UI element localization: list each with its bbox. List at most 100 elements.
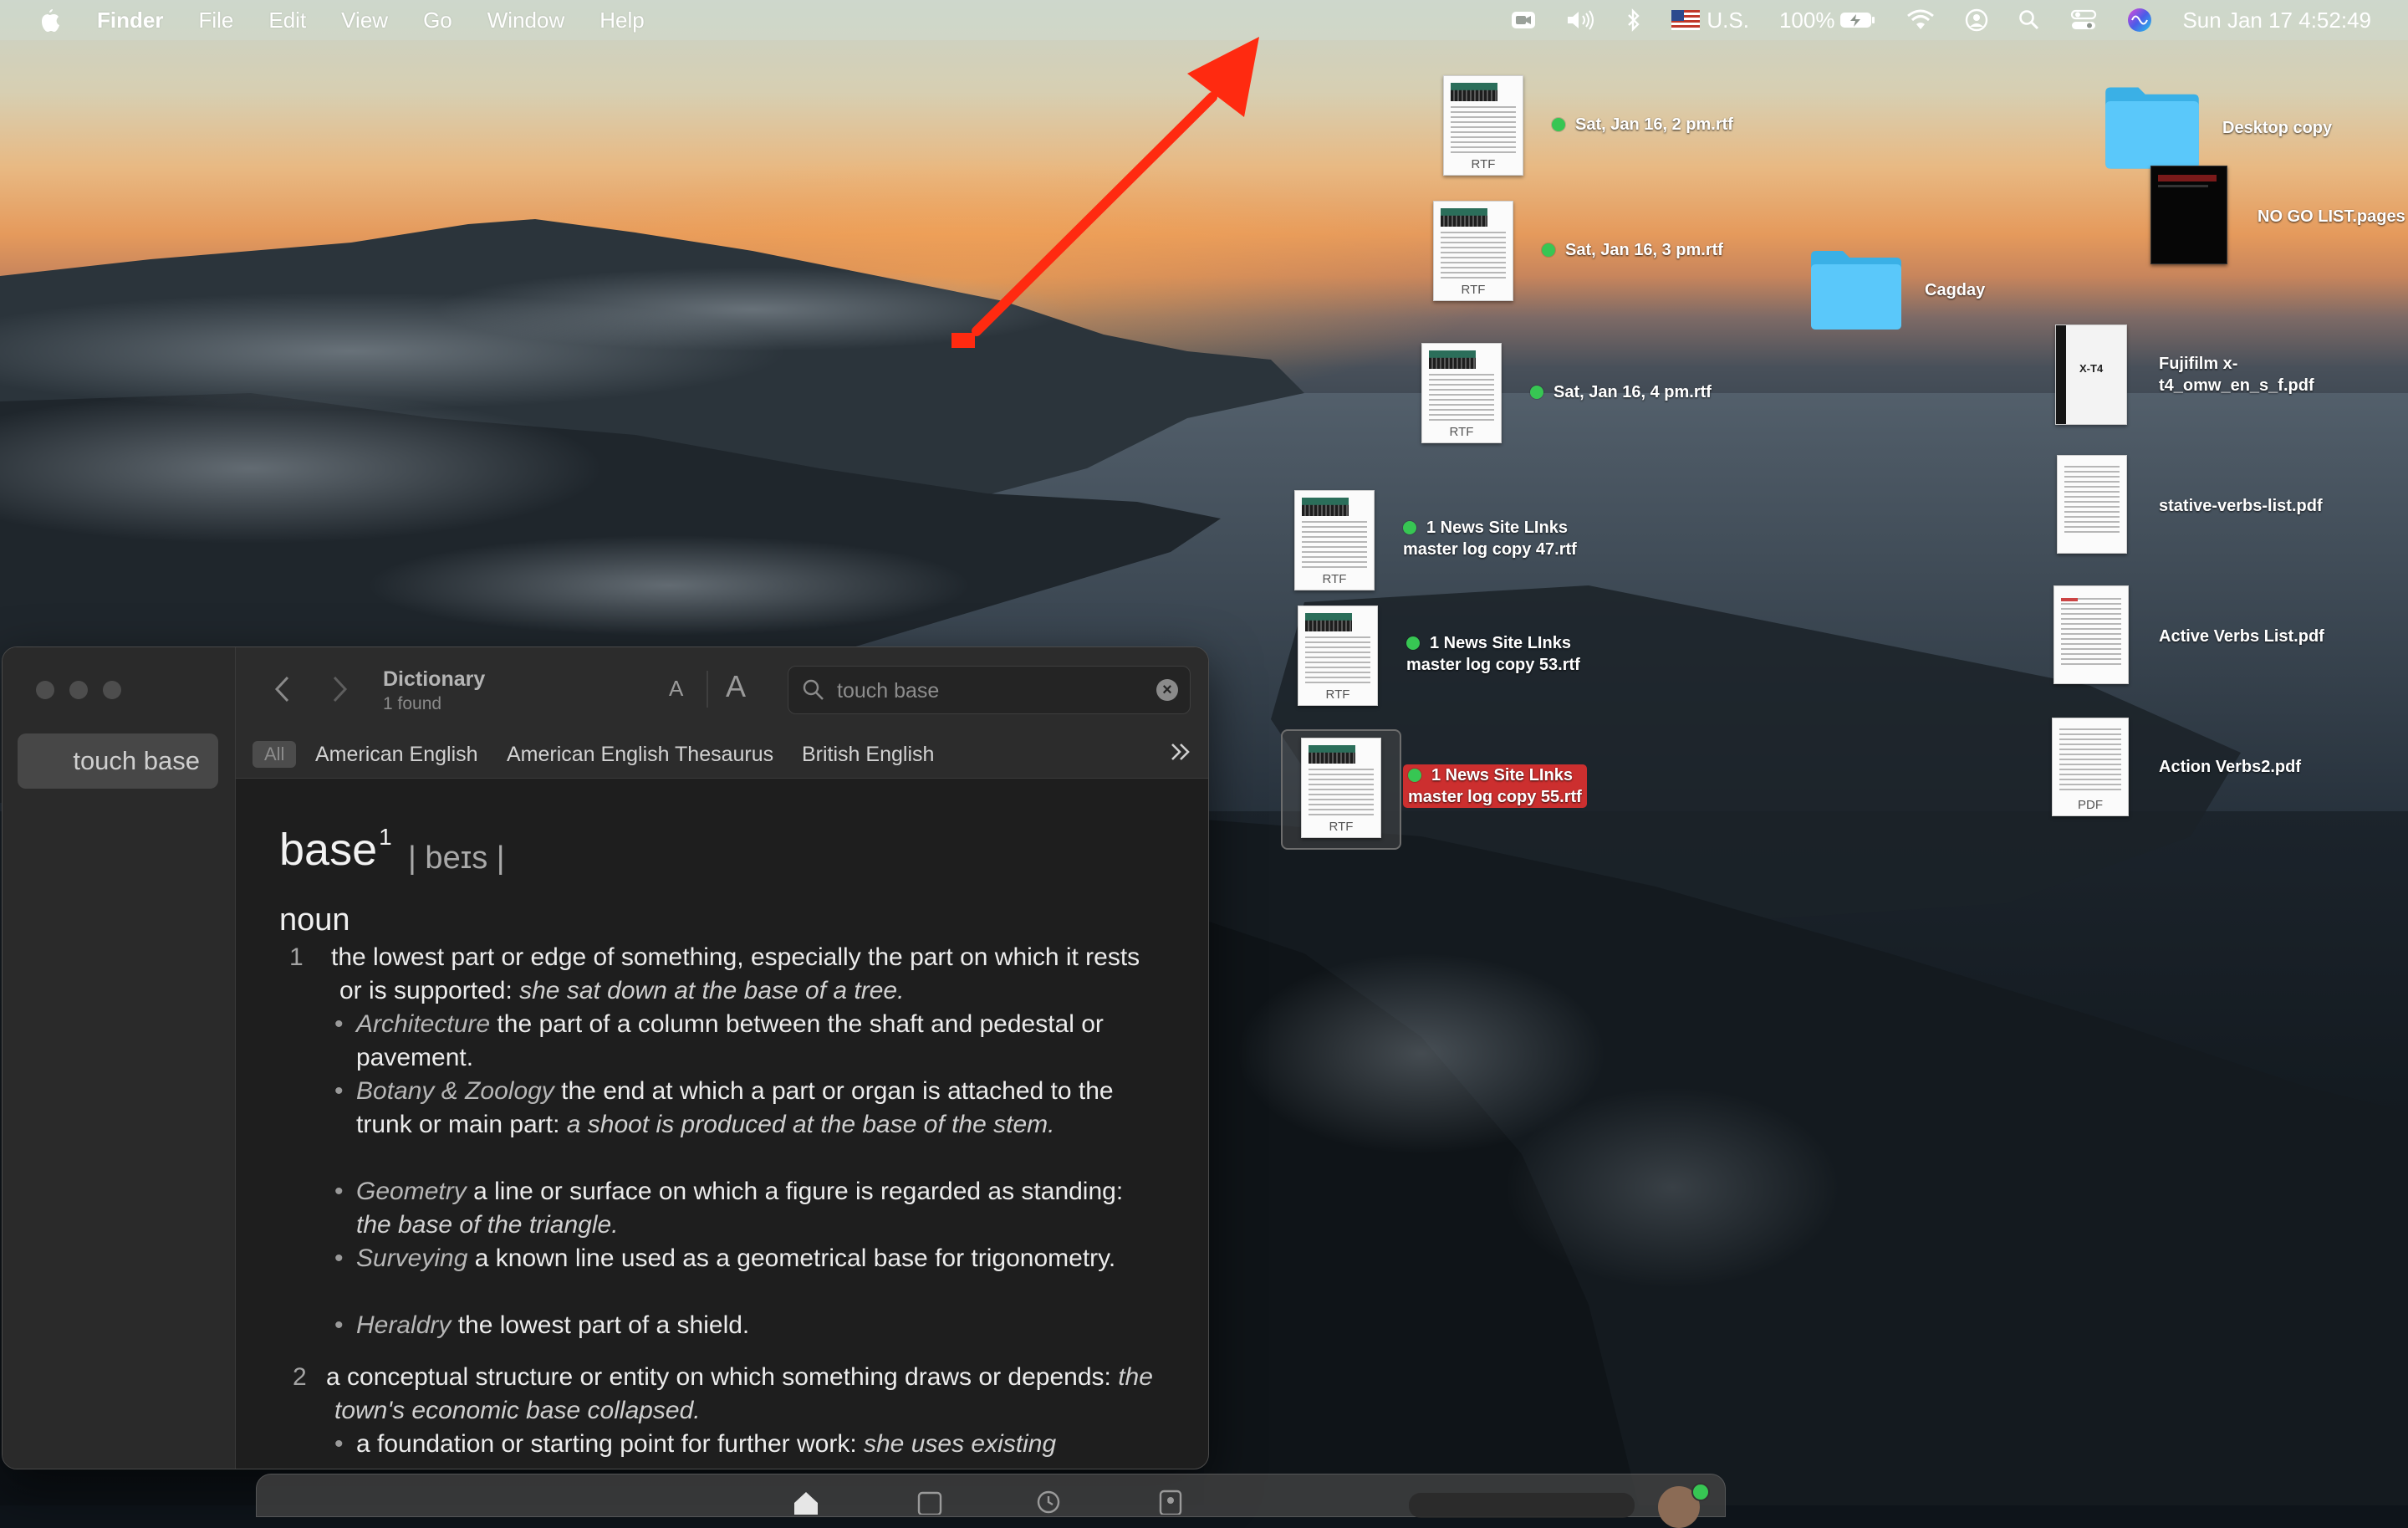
headword: base1	[279, 824, 392, 875]
green-tag-icon	[1552, 118, 1565, 131]
subdefinition-foundation: • a foundation or starting point for furt…	[334, 1430, 1057, 1458]
toolbar-subtitle: 1 found	[383, 694, 442, 713]
rtf-document-icon: RTF	[1298, 606, 1378, 706]
subdefinition-surveying: • Surveying a known line used as a geomet…	[334, 1244, 1116, 1272]
file-label: Desktop copy	[2222, 119, 2333, 137]
search-field[interactable]: ×	[788, 666, 1191, 715]
pdf-document-icon	[2053, 585, 2129, 684]
folder-icon	[1811, 251, 1901, 330]
dictionary-toolbar: Dictionary 1 found A A ×	[236, 647, 1208, 731]
file-label: Fujifilm x- t4_omw_en_s_f.pdf	[2159, 355, 2314, 395]
font-size-decrease-button[interactable]: A	[669, 676, 683, 702]
file-label: 1 News Site LInks master log copy 53.rtf	[1406, 634, 1580, 674]
menu-file[interactable]: File	[198, 8, 233, 33]
menu-help[interactable]: Help	[599, 8, 644, 33]
pages-document-icon	[2150, 166, 2227, 264]
menubar-clock[interactable]: Sun Jan 17 4:52:49	[2182, 8, 2371, 33]
pronunciation: | beɪs |	[408, 841, 505, 876]
file-label: Sat, Jan 16, 4 pm.rtf	[1530, 381, 1712, 403]
green-tag-icon	[1403, 521, 1416, 534]
control-center-icon[interactable]	[2070, 8, 2097, 32]
user-account-icon[interactable]	[1965, 8, 1988, 32]
sidebar-item-touch-base[interactable]: touch base	[18, 733, 218, 789]
more-tabs-chevron-icon[interactable]	[1168, 739, 1193, 769]
tab-american-english[interactable]: American English	[315, 741, 478, 768]
file-label: NO GO LIST.pages	[2258, 207, 2405, 226]
subdefinition-heraldry: • Heraldry the lowest part of a shield.	[334, 1311, 750, 1339]
dock-window-icon[interactable]	[917, 1491, 942, 1515]
tab-all[interactable]: All	[253, 741, 297, 768]
toolbar-title: Dictionary	[383, 667, 486, 691]
part-of-speech: noun	[279, 902, 350, 938]
rtf-document-icon: RTF	[1301, 738, 1381, 838]
dock-home-icon[interactable]	[792, 1490, 820, 1515]
us-flag-icon	[1671, 10, 1701, 30]
file-label: Sat, Jan 16, 2 pm.rtf	[1552, 114, 1733, 135]
volume-icon[interactable]	[1566, 9, 1596, 31]
input-source-us[interactable]: U.S.	[1671, 8, 1749, 33]
subdefinition-geometry: • Geometry a line or surface on which a f…	[334, 1178, 1124, 1239]
pdf-document-icon: X-T4	[2055, 325, 2127, 425]
definition-1: 1 the lowest part or edge of something, …	[289, 943, 1140, 1004]
dock-search-bar[interactable]	[1409, 1493, 1635, 1518]
file-label: Active Verbs List.pdf	[2159, 627, 2324, 646]
file-label: Cagday	[1925, 281, 1986, 299]
toolbar-divider	[707, 671, 708, 708]
input-source-label: U.S.	[1707, 7, 1749, 33]
green-tag-icon	[1530, 386, 1543, 399]
minimize-window-button[interactable]	[69, 681, 88, 699]
video-camera-icon[interactable]	[1511, 10, 1536, 30]
green-tag-icon	[1542, 243, 1555, 257]
dictionary-sidebar: touch base	[3, 647, 236, 1469]
rtf-document-icon: RTF	[1433, 201, 1513, 301]
menu-edit[interactable]: Edit	[268, 8, 306, 33]
zoom-window-button[interactable]	[103, 681, 121, 699]
status-area: U.S. 100% Sun Jan 17 4:52:49	[1511, 0, 2408, 40]
close-window-button[interactable]	[36, 681, 54, 699]
battery-charging-icon	[1840, 13, 1875, 28]
green-tag-icon	[1408, 769, 1421, 782]
pdf-document-icon: PDF	[2052, 718, 2129, 816]
folder-icon	[2105, 87, 2199, 169]
search-icon	[803, 679, 824, 700]
dock	[256, 1474, 1726, 1528]
tab-british-english[interactable]: British English	[802, 741, 934, 768]
menu-bar: Finder File Edit View Go Window Help U.S…	[0, 0, 2408, 40]
definition-content: base1 | beɪs | noun 1 the lowest part or…	[236, 779, 1208, 1469]
menu-window[interactable]: Window	[487, 8, 564, 33]
subdefinition-botany-zoology: • Botany & Zoology the end at which a par…	[334, 1077, 1114, 1138]
rtf-document-icon: RTF	[1443, 75, 1523, 176]
green-tag-icon	[1406, 636, 1420, 650]
rtf-document-icon: RTF	[1294, 490, 1375, 590]
subdefinition-architecture: • Architecture the part of a column betwe…	[334, 1010, 1104, 1071]
forward-chevron-icon[interactable]	[331, 674, 356, 708]
back-chevron-icon[interactable]	[273, 674, 298, 708]
wifi-icon[interactable]	[1906, 9, 1935, 31]
file-label: Action Verbs2.pdf	[2159, 758, 2302, 776]
spotlight-search-icon[interactable]	[2018, 9, 2040, 31]
clear-search-icon[interactable]: ×	[1156, 679, 1178, 701]
file-label: Sat, Jan 16, 3 pm.rtf	[1542, 239, 1723, 261]
file-label: stative-verbs-list.pdf	[2159, 497, 2323, 515]
battery-percent: 100%	[1778, 7, 1835, 33]
menu-app-finder[interactable]: Finder	[97, 8, 163, 33]
dictionary-source-tabs: All American English American English Th…	[236, 731, 1208, 779]
dictionary-window: touch base Dictionary 1 found A A × All …	[2, 646, 1209, 1469]
pdf-document-icon	[2057, 455, 2127, 554]
dock-contact-icon[interactable]	[1158, 1490, 1183, 1515]
battery-status[interactable]: 100%	[1779, 8, 1877, 33]
file-label-selected: 1 News Site LInks master log copy 55.rtf	[1403, 764, 1587, 808]
file-label: 1 News Site LInks master log copy 47.rtf	[1403, 519, 1577, 559]
siri-icon[interactable]	[2127, 8, 2152, 33]
tab-american-english-thesaurus[interactable]: American English Thesaurus	[507, 741, 773, 768]
menu-view[interactable]: View	[341, 8, 388, 33]
online-status-badge	[1691, 1483, 1710, 1501]
definition-2: 2 a conceptual structure or entity on wh…	[293, 1363, 1153, 1424]
dock-clock-icon[interactable]	[1036, 1490, 1061, 1515]
font-size-increase-button[interactable]: A	[726, 669, 746, 704]
apple-menu-icon[interactable]	[37, 7, 60, 33]
bluetooth-icon[interactable]	[1626, 8, 1641, 32]
menu-go[interactable]: Go	[423, 8, 452, 33]
search-input[interactable]	[835, 667, 1140, 715]
rtf-document-icon: RTF	[1421, 343, 1502, 443]
